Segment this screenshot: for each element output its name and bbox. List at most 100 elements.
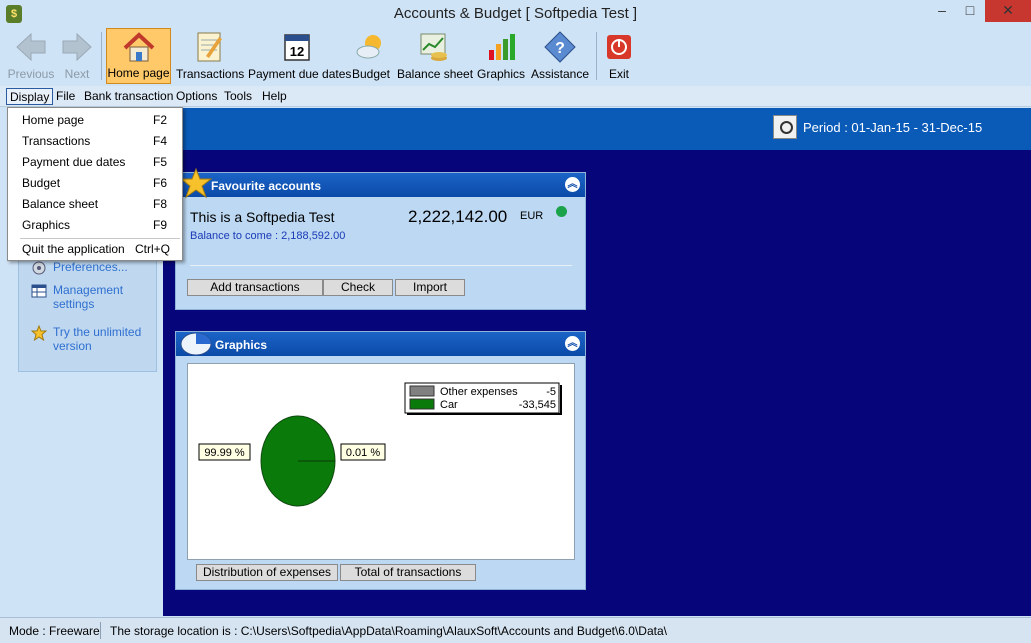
preferences-link[interactable]: Preferences... (31, 260, 128, 276)
table-icon (31, 284, 47, 298)
distribution-of-expenses-button[interactable]: Distribution of expenses (196, 564, 338, 581)
account-amount: 2,222,142.00 (408, 207, 508, 226)
balance-sheet-label: Balance sheet (397, 67, 474, 81)
menu-item-balance-sheet[interactable]: Balance sheet F8 (8, 194, 182, 214)
menu-item-label: Home page (22, 113, 85, 127)
menu-tools[interactable]: Tools (221, 88, 255, 105)
display-menu-dropdown: Home page F2 Transactions F4 Payment due d… (7, 107, 183, 261)
account-currency: EUR (520, 210, 544, 222)
close-button[interactable]: ✕ (985, 0, 1031, 22)
shortcut-key: F8 (153, 197, 168, 211)
magnifier-icon[interactable] (773, 115, 797, 139)
management-settings-link[interactable]: Management settings (31, 283, 141, 311)
payment-due-dates-label: Payment due dates (248, 67, 352, 81)
house-icon (123, 32, 154, 62)
notepad-icon (197, 32, 222, 62)
mode-status: Mode : Freeware (9, 624, 100, 638)
transactions-button[interactable]: Transactions (176, 28, 245, 84)
transactions-label: Transactions (176, 67, 245, 81)
favourite-accounts-header: Favourite accounts ︽ (176, 173, 585, 197)
menu-item-label: Balance sheet (22, 197, 99, 211)
chart-area: Other expenses -5 Car -33,545 0.01 % 99.99 % (187, 363, 575, 560)
shortcut-key: Ctrl+Q (135, 242, 171, 256)
menu-item-label: Payment due dates (22, 155, 126, 169)
period-selector[interactable]: Period : 01-Jan-15 - 31-Dec-15 (773, 114, 982, 140)
menu-file[interactable]: File (53, 88, 78, 105)
favourite-accounts-panel: Favourite accounts ︽ This is a Softpedia… (175, 167, 586, 310)
total-of-transactions-button[interactable]: Total of transactions (340, 564, 476, 581)
menu-item-transactions[interactable]: Transactions F4 (8, 131, 182, 151)
favourite-accounts-title: Favourite accounts (211, 179, 322, 193)
star-icon (31, 325, 47, 341)
graphics-title: Graphics (215, 338, 268, 352)
menu-bar: Display File Bank transaction Options To… (0, 86, 1031, 107)
status-bar: Mode : Freeware The storage location is … (0, 617, 1031, 643)
menu-item-label: Quit the application (22, 242, 125, 256)
legend-swatch (409, 385, 435, 397)
slice-label: 0.01 % (346, 447, 380, 459)
menu-item-label: Transactions (22, 134, 91, 148)
collapse-icon[interactable]: ︽ (565, 336, 580, 351)
balance-sheet-button[interactable]: Balance sheet (397, 28, 474, 84)
preferences-label: Preferences... (53, 260, 128, 274)
import-button[interactable]: Import (395, 279, 465, 296)
title-bar: $ Accounts & Budget [ Softpedia Test ] –… (0, 0, 1031, 28)
shortcut-key: F4 (153, 134, 168, 148)
calendar-day: 12 (290, 44, 304, 59)
previous-button[interactable]: Previous (6, 28, 56, 84)
menu-help[interactable]: Help (259, 88, 290, 105)
menu-item-payment-due-dates[interactable]: Payment due dates F5 (8, 152, 182, 172)
slice-label: 99.99 % (204, 447, 245, 459)
maximize-button[interactable]: □ (958, 0, 982, 22)
balance-sheet-icon (420, 33, 447, 61)
budget-button[interactable]: Budget (351, 28, 391, 84)
account-name[interactable]: This is a Softpedia Test (190, 209, 334, 225)
help-diamond-icon: ? (543, 31, 576, 63)
home-page-label: Home page (107, 66, 170, 80)
bar-chart-icon (489, 34, 515, 60)
account-status-dot (556, 206, 567, 217)
legend-swatch (409, 398, 435, 410)
svg-text:?: ? (555, 40, 565, 57)
next-button[interactable]: Next (56, 28, 98, 84)
next-label: Next (64, 67, 90, 81)
graphics-label: Graphics (476, 67, 526, 81)
menu-options[interactable]: Options (173, 88, 220, 105)
menu-bank-transaction[interactable]: Bank transaction (81, 88, 176, 105)
toolbar-separator (596, 32, 597, 80)
assistance-label: Assistance (531, 67, 590, 81)
assistance-button[interactable]: ? Assistance (531, 28, 590, 84)
arrow-left-icon (16, 32, 46, 62)
legend-label: Other expenses (440, 386, 518, 398)
check-button[interactable]: Check (323, 279, 393, 296)
status-separator (100, 622, 101, 639)
divider (190, 265, 572, 266)
balance-to-come: Balance to come : 2,188,592.00 (190, 230, 346, 242)
menu-item-graphics[interactable]: Graphics F9 (8, 215, 182, 235)
management-settings-label: Management settings (53, 283, 124, 311)
exit-label: Exit (608, 67, 629, 81)
preferences-icon (32, 261, 46, 275)
legend-value: -33,545 (519, 399, 556, 411)
graphics-button[interactable]: Graphics (476, 28, 526, 84)
graphics-panel: Graphics ︽ Other expenses -5 Car -33,545 0.… (175, 331, 586, 590)
menu-item-quit[interactable]: Quit the application Ctrl+Q (8, 239, 182, 259)
try-unlimited-link[interactable]: Try the unlimited version (31, 325, 149, 353)
menu-item-budget[interactable]: Budget F6 (8, 173, 182, 193)
graphics-header: Graphics ︽ (176, 332, 585, 356)
budget-label: Budget (351, 67, 391, 81)
payment-due-dates-button[interactable]: 12 Payment due dates (248, 28, 352, 84)
exit-button[interactable]: Exit (601, 28, 637, 84)
minimize-button[interactable]: – (930, 0, 954, 22)
calendar-icon: 12 (284, 34, 310, 61)
toolbar: Previous Next Home page Transactions 12 … (0, 28, 1031, 86)
add-transactions-button[interactable]: Add transactions (187, 279, 323, 296)
window-title: Accounts & Budget [ Softpedia Test ] (393, 5, 638, 22)
collapse-icon[interactable]: ︽ (565, 177, 580, 192)
power-icon (607, 35, 631, 59)
try-unlimited-label: Try the unlimited version (53, 325, 142, 353)
home-page-button[interactable]: Home page (106, 28, 171, 84)
menu-display[interactable]: Display (6, 88, 54, 105)
menu-item-home-page[interactable]: Home page F2 (8, 110, 182, 130)
pie-chart: Other expenses -5 Car -33,545 0.01 % 99.99 % (198, 382, 562, 507)
